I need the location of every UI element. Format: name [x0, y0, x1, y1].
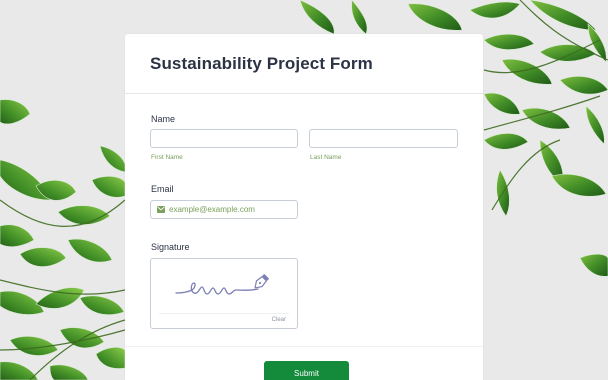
- name-label: Name: [151, 114, 176, 124]
- email-field[interactable]: example@example.com: [150, 200, 298, 219]
- first-name-input[interactable]: [150, 129, 298, 148]
- first-name-sublabel: First Name: [151, 154, 183, 161]
- signature-label: Signature: [151, 242, 190, 252]
- last-name-sublabel: Last Name: [310, 154, 342, 161]
- form-header: Sustainability Project Form: [125, 34, 483, 94]
- signature-pad[interactable]: Clear: [150, 258, 298, 329]
- form-card: Sustainability Project Form Name First N…: [125, 34, 483, 380]
- submit-button[interactable]: Submit: [264, 361, 349, 380]
- clear-signature-button[interactable]: Clear: [272, 317, 286, 323]
- email-label: Email: [151, 184, 174, 194]
- form-title: Sustainability Project Form: [150, 54, 373, 73]
- pen-signature-icon: [175, 274, 269, 295]
- envelope-icon: [156, 205, 165, 214]
- footer-divider: [125, 346, 483, 347]
- last-name-input[interactable]: [309, 129, 458, 148]
- email-placeholder: example@example.com: [169, 205, 255, 214]
- signature-baseline: [159, 313, 289, 314]
